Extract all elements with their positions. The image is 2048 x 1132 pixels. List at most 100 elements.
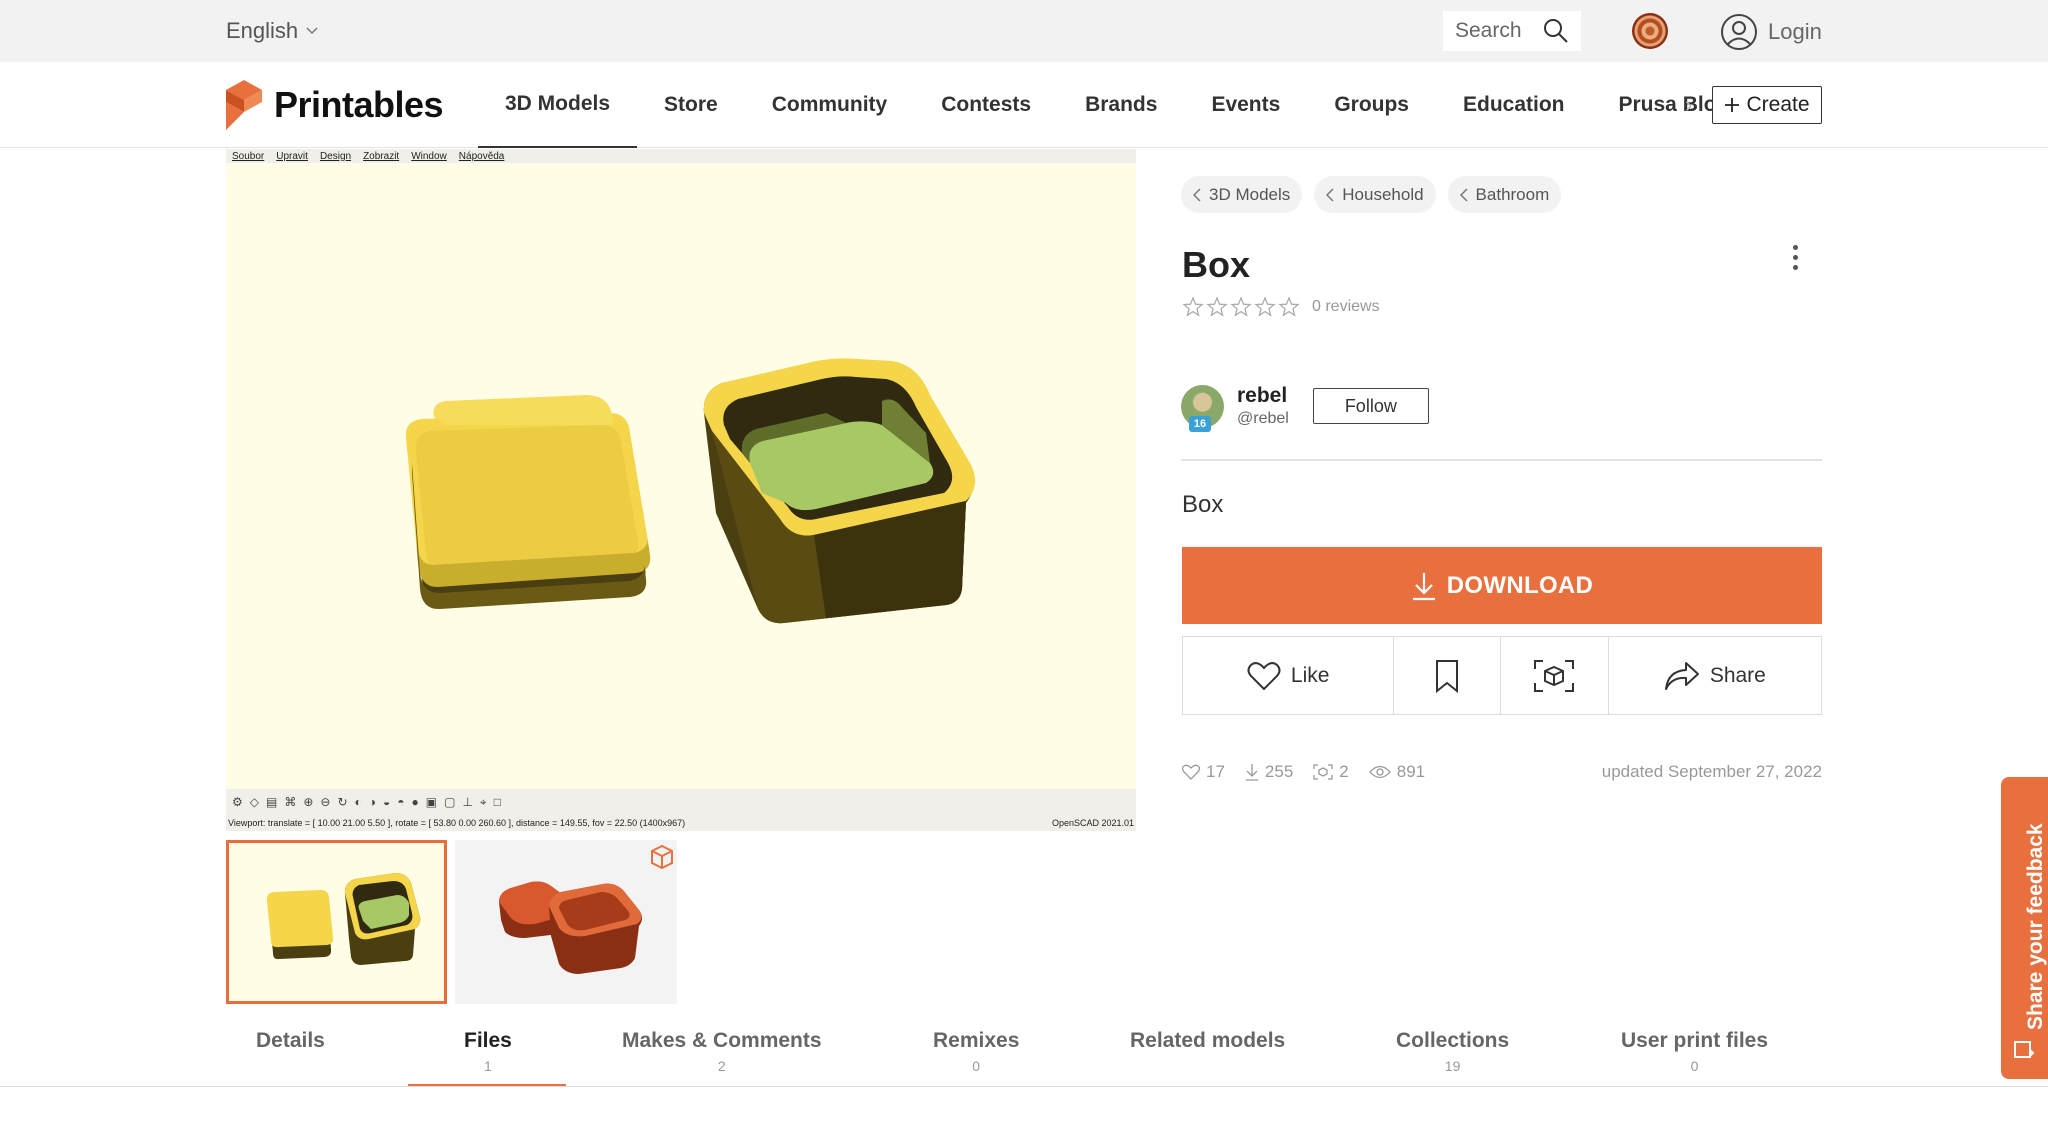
- tab-count: 0: [972, 1058, 981, 1074]
- chevron-left-icon: [1193, 187, 1201, 202]
- tab-files[interactable]: Files 1: [464, 1020, 512, 1086]
- nav-events[interactable]: Events: [1184, 62, 1307, 148]
- nav-contests[interactable]: Contests: [914, 62, 1058, 148]
- search-icon[interactable]: [1543, 18, 1569, 44]
- tab-count: 19: [1444, 1058, 1461, 1074]
- tab-collections[interactable]: Collections 19: [1396, 1020, 1509, 1086]
- printables-logo[interactable]: Printables: [226, 80, 444, 130]
- logo-text: Printables: [274, 84, 444, 125]
- toolbar-icon: □: [493, 795, 501, 809]
- toolbar-icon: ▤: [266, 795, 278, 809]
- eye-icon: [1368, 765, 1391, 779]
- author-name[interactable]: rebel: [1237, 384, 1289, 408]
- model-preview-image[interactable]: Soubor Upravit Design Zobrazit Window Ná…: [226, 149, 1136, 831]
- tab-user-print-files[interactable]: User print files 0: [1621, 1020, 1768, 1086]
- divider: [0, 1086, 2048, 1087]
- toolbar-icon: ⊖: [320, 795, 331, 809]
- bookmark-icon: [1436, 659, 1459, 693]
- reviews-count[interactable]: 0 reviews: [1312, 298, 1380, 316]
- menu-item: Design: [319, 150, 352, 162]
- download-label: DOWNLOAD: [1446, 571, 1594, 599]
- toolbar-icon: ●: [411, 795, 419, 809]
- tab-makes-comments[interactable]: Makes & Comments 2: [622, 1020, 822, 1086]
- views-count: 891: [1396, 762, 1426, 781]
- menu-item: Soubor: [232, 150, 265, 162]
- toolbar-icon: ◑: [368, 795, 377, 809]
- avatar[interactable]: 16: [1181, 384, 1224, 432]
- toolbar-icon: ◇: [249, 795, 259, 809]
- menu-item: Nápověda: [458, 150, 505, 162]
- nav-store[interactable]: Store: [637, 62, 745, 148]
- star-icon: [1182, 296, 1204, 317]
- page-title: Box: [1182, 244, 1251, 285]
- breadcrumb-label: Bathroom: [1475, 184, 1550, 204]
- prusa-globe-icon[interactable]: [1632, 13, 1668, 49]
- login-label: Login: [1768, 19, 1822, 44]
- thumbnail-render-yellow: [266, 873, 421, 965]
- likes-count: 17: [1206, 762, 1225, 781]
- like-button[interactable]: Like: [1183, 637, 1395, 714]
- author-block: 16 rebel @rebel Follow: [1181, 384, 1429, 432]
- nav-prusa-blog[interactable]: Prusa Blog: [1592, 62, 1722, 148]
- tab-remixes[interactable]: Remixes 0: [933, 1020, 1019, 1086]
- follow-button[interactable]: Follow: [1312, 388, 1429, 424]
- feedback-label: Share your feedback: [2024, 823, 2047, 1030]
- tab-label: Makes & Comments: [622, 1029, 822, 1052]
- more-options-icon[interactable]: [1793, 245, 1798, 270]
- breadcrumb-3d-models[interactable]: 3D Models: [1181, 176, 1303, 213]
- thumbnail-2[interactable]: [455, 840, 677, 1004]
- toolbar-icon: ⚙: [232, 795, 243, 809]
- language-selector[interactable]: English: [226, 18, 318, 44]
- chevron-left-icon: [1459, 187, 1468, 202]
- thumbnail-1[interactable]: [226, 840, 447, 1004]
- star-rating[interactable]: 0 reviews: [1182, 296, 1380, 318]
- like-label: Like: [1290, 663, 1330, 687]
- makes-count: 2: [1339, 762, 1349, 781]
- openscad-statusbar: Viewport: translate = [ 10.00 21.00 5.50…: [226, 815, 1136, 831]
- download-button[interactable]: DOWNLOAD: [1182, 547, 1822, 624]
- create-button[interactable]: Create: [1712, 86, 1822, 124]
- download-icon: [1412, 572, 1435, 600]
- tab-details[interactable]: Details: [256, 1020, 325, 1086]
- tab-label: Files: [464, 1029, 512, 1052]
- tab-label: User print files: [1621, 1029, 1769, 1052]
- toolbar-icon: ▣: [425, 795, 438, 809]
- search-box[interactable]: Search: [1443, 11, 1581, 51]
- star-icon: [1278, 296, 1300, 317]
- login-button[interactable]: Login: [1720, 13, 1822, 51]
- tab-count: 2: [717, 1058, 726, 1074]
- breadcrumb-household[interactable]: Household: [1314, 176, 1436, 213]
- menu-item: Upravit: [276, 150, 308, 162]
- views-stat: 891: [1368, 762, 1426, 782]
- menu-item: Zobrazit: [363, 150, 400, 162]
- nav-brands[interactable]: Brands: [1058, 62, 1184, 148]
- feedback-icon: [2014, 1041, 2035, 1058]
- nav-links: 3D Models Store Community Contests Brand…: [478, 62, 1722, 148]
- downloads-stat: 255: [1245, 762, 1293, 782]
- nav-3d-models[interactable]: 3D Models: [478, 62, 638, 148]
- breadcrumb-bathroom[interactable]: Bathroom: [1447, 176, 1562, 213]
- nav-groups[interactable]: Groups: [1307, 62, 1436, 148]
- tab-label: Details: [256, 1029, 325, 1052]
- chevron-down-icon: [306, 27, 318, 35]
- top-utility-bar: English Search Login: [0, 0, 2048, 62]
- breadcrumb-label: 3D Models: [1209, 184, 1291, 204]
- bookmark-button[interactable]: [1394, 637, 1502, 714]
- downloads-count: 255: [1264, 762, 1294, 781]
- breadcrumb-label: Household: [1342, 184, 1424, 204]
- likes-stat: 17: [1182, 762, 1225, 782]
- 3d-viewer-button[interactable]: [1501, 637, 1609, 714]
- toolbar-icon: ◒: [383, 795, 391, 809]
- tab-related-models[interactable]: Related models: [1130, 1020, 1285, 1086]
- nav-scroll-right-icon[interactable]: ›: [1685, 92, 1692, 118]
- nav-community[interactable]: Community: [745, 62, 915, 148]
- tab-label: Remixes: [933, 1029, 1020, 1052]
- tab-count: 1: [484, 1058, 492, 1074]
- printables-logo-icon: [226, 80, 262, 130]
- 3d-scan-icon: [1313, 764, 1333, 780]
- toolbar-icon: ↻: [337, 795, 348, 809]
- share-button[interactable]: Share: [1609, 637, 1821, 714]
- heart-icon: [1182, 764, 1200, 780]
- nav-education[interactable]: Education: [1436, 62, 1592, 148]
- toolbar-icon: ▢: [444, 795, 456, 809]
